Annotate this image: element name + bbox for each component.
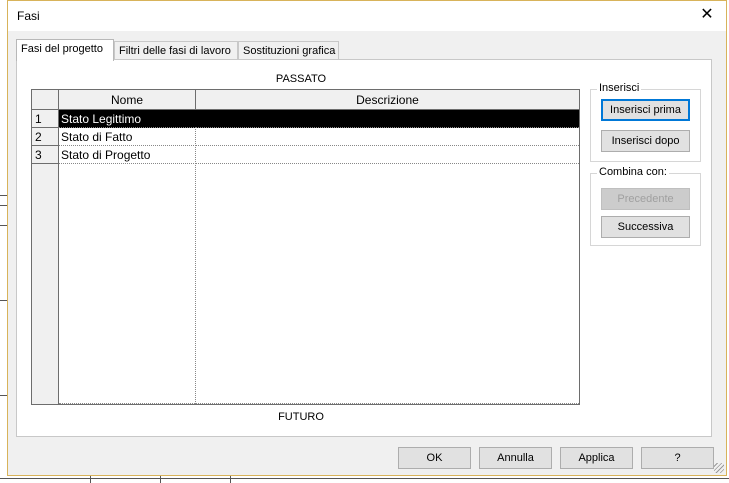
phase-description-cell[interactable] <box>196 128 579 146</box>
insert-before-label: Inserisci prima <box>610 104 681 116</box>
row-number[interactable]: 1 <box>32 110 59 128</box>
ok-button[interactable]: OK <box>398 447 471 469</box>
future-label: FUTURO <box>278 411 324 423</box>
row-number[interactable]: 3 <box>32 146 59 164</box>
phase-description-cell[interactable] <box>196 146 579 164</box>
insert-after-button[interactable]: Inserisci dopo <box>601 130 690 152</box>
table-row[interactable]: 2 Stato di Fatto <box>32 128 579 146</box>
previous-button[interactable]: Precedente <box>601 188 690 210</box>
previous-label: Precedente <box>617 193 674 205</box>
table-corner <box>32 90 59 110</box>
combine-group: Combina con: Precedente Successiva <box>590 166 701 246</box>
tab-graphic-overrides[interactable]: Sostituzioni grafica <box>238 41 339 60</box>
cancel-button[interactable]: Annulla <box>479 447 552 469</box>
tab-panel: PASSATO Nome Descrizione 1 Stato Legitti… <box>16 59 712 437</box>
next-label: Successiva <box>617 221 674 233</box>
phases-dialog: Fasi ✕ Fasi del progetto Filtri delle fa… <box>7 0 727 476</box>
next-button[interactable]: Successiva <box>601 216 690 238</box>
window-title: Fasi <box>17 9 40 23</box>
phase-name-cell[interactable]: Stato di Fatto <box>59 128 196 146</box>
column-header-name[interactable]: Nome <box>59 90 196 110</box>
table-row[interactable]: 3 Stato di Progetto <box>32 146 579 164</box>
table-bottom-edge <box>59 403 579 404</box>
phases-table: Nome Descrizione 1 Stato Legittimo 2 Sta… <box>31 89 580 405</box>
insert-group-legend: Inserisci <box>597 82 642 94</box>
table-row[interactable]: 1 Stato Legittimo <box>32 110 579 128</box>
combine-group-legend: Combina con: <box>597 166 669 178</box>
insert-after-label: Inserisci dopo <box>611 135 680 147</box>
phase-name-cell[interactable]: Stato di Progetto <box>59 146 196 164</box>
insert-group: Inserisci Inserisci prima Inserisci dopo <box>590 82 701 162</box>
close-icon[interactable]: ✕ <box>696 4 718 26</box>
past-label: PASSATO <box>275 73 327 85</box>
insert-before-button[interactable]: Inserisci prima <box>601 99 690 121</box>
title-bar: Fasi ✕ <box>8 1 726 31</box>
phase-description-cell[interactable] <box>196 110 579 128</box>
apply-button[interactable]: Applica <box>560 447 633 469</box>
row-number[interactable]: 2 <box>32 128 59 146</box>
tab-project-phases[interactable]: Fasi del progetto <box>16 39 114 61</box>
column-header-description[interactable]: Descrizione <box>196 90 579 110</box>
tab-phase-filters[interactable]: Filtri delle fasi di lavoro <box>114 41 238 60</box>
phase-name-cell[interactable]: Stato Legittimo <box>59 110 196 128</box>
help-button[interactable]: ? <box>641 447 714 469</box>
resize-grip[interactable] <box>714 463 724 473</box>
